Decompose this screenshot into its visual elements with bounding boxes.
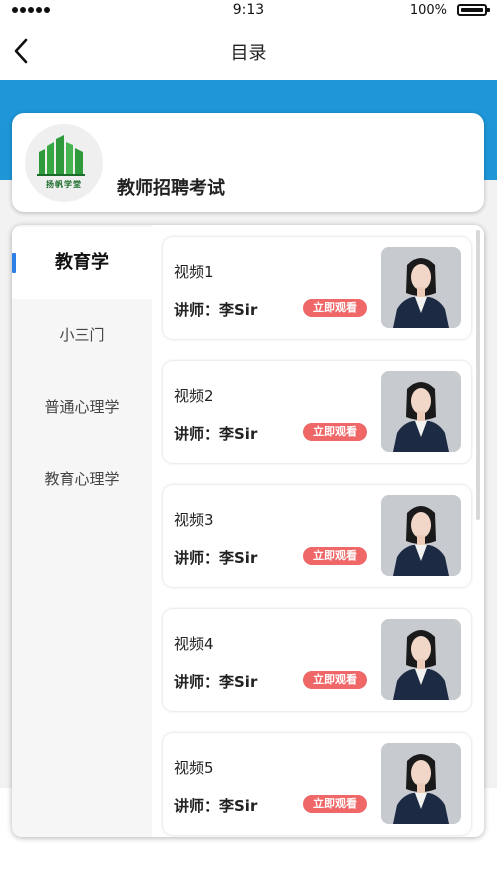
sidebar-item-xiaosanmen[interactable]: 小三门 xyxy=(12,299,152,371)
sidebar-item-jiaoyu-xinlixue[interactable]: 教育心理学 xyxy=(12,443,152,515)
watch-now-button[interactable]: 立即观看 xyxy=(303,795,367,813)
category-sidebar: 教育学 小三门 普通心理学 教育心理学 xyxy=(12,225,152,837)
video-title: 视频5 xyxy=(174,759,214,777)
watch-now-button[interactable]: 立即观看 xyxy=(303,671,367,689)
page-title: 目录 xyxy=(230,43,267,64)
video-card[interactable]: 视频5 讲师：李Sir 立即观看 xyxy=(163,733,471,835)
teacher-portrait-icon xyxy=(381,743,461,824)
teacher-thumbnail xyxy=(381,371,461,452)
video-teacher: 讲师：李Sir xyxy=(174,301,258,319)
watch-now-button[interactable]: 立即观看 xyxy=(303,547,367,565)
course-title: 教师招聘考试 xyxy=(117,178,225,199)
logo-text: 扬帆学堂 xyxy=(46,180,82,189)
nav-bar: 目录 xyxy=(0,22,497,80)
teacher-portrait-icon xyxy=(381,371,461,452)
course-card: 扬帆学堂 教师招聘考试 xyxy=(12,113,484,212)
watch-now-button[interactable]: 立即观看 xyxy=(303,299,367,317)
sidebar-item-label: 教育心理学 xyxy=(44,470,120,488)
scrollbar[interactable] xyxy=(476,230,480,520)
sidebar-item-label: 小三门 xyxy=(59,326,105,344)
video-teacher: 讲师：李Sir xyxy=(174,425,258,443)
video-title: 视频4 xyxy=(174,635,214,653)
watch-now-button[interactable]: 立即观看 xyxy=(303,423,367,441)
building-logo-icon xyxy=(37,135,85,176)
video-teacher: 讲师：李Sir xyxy=(174,549,258,567)
video-list: 视频1 讲师：李Sir 立即观看 视频2 讲师：李Sir 立即观看 视频3 讲师… xyxy=(152,225,484,837)
teacher-thumbnail xyxy=(381,247,461,328)
course-logo: 扬帆学堂 xyxy=(25,124,103,202)
teacher-portrait-icon xyxy=(381,495,461,576)
battery-percent: 100% xyxy=(409,3,447,18)
teacher-thumbnail xyxy=(381,495,461,576)
video-card[interactable]: 视频1 讲师：李Sir 立即观看 xyxy=(163,237,471,339)
content-panel: 教育学 小三门 普通心理学 教育心理学 视频1 讲师：李Sir 立即观看 视频2… xyxy=(12,225,484,837)
sidebar-item-label: 普通心理学 xyxy=(44,398,120,416)
video-teacher: 讲师：李Sir xyxy=(174,673,258,691)
sidebar-item-label: 教育学 xyxy=(55,252,109,273)
teacher-portrait-icon xyxy=(381,247,461,328)
status-bar: 9:13 100% xyxy=(0,0,497,22)
battery-icon xyxy=(457,4,490,16)
teacher-thumbnail xyxy=(381,743,461,824)
video-card[interactable]: 视频3 讲师：李Sir 立即观看 xyxy=(163,485,471,587)
video-title: 视频3 xyxy=(174,511,214,529)
teacher-thumbnail xyxy=(381,619,461,700)
video-card[interactable]: 视频4 讲师：李Sir 立即观看 xyxy=(163,609,471,711)
video-title: 视频2 xyxy=(174,387,214,405)
video-teacher: 讲师：李Sir xyxy=(174,797,258,815)
teacher-portrait-icon xyxy=(381,619,461,700)
video-title: 视频1 xyxy=(174,263,214,281)
sidebar-item-putong-xinlixue[interactable]: 普通心理学 xyxy=(12,371,152,443)
video-card[interactable]: 视频2 讲师：李Sir 立即观看 xyxy=(163,361,471,463)
sidebar-item-jiaoyuxue[interactable]: 教育学 xyxy=(12,227,152,299)
active-indicator xyxy=(12,253,16,273)
